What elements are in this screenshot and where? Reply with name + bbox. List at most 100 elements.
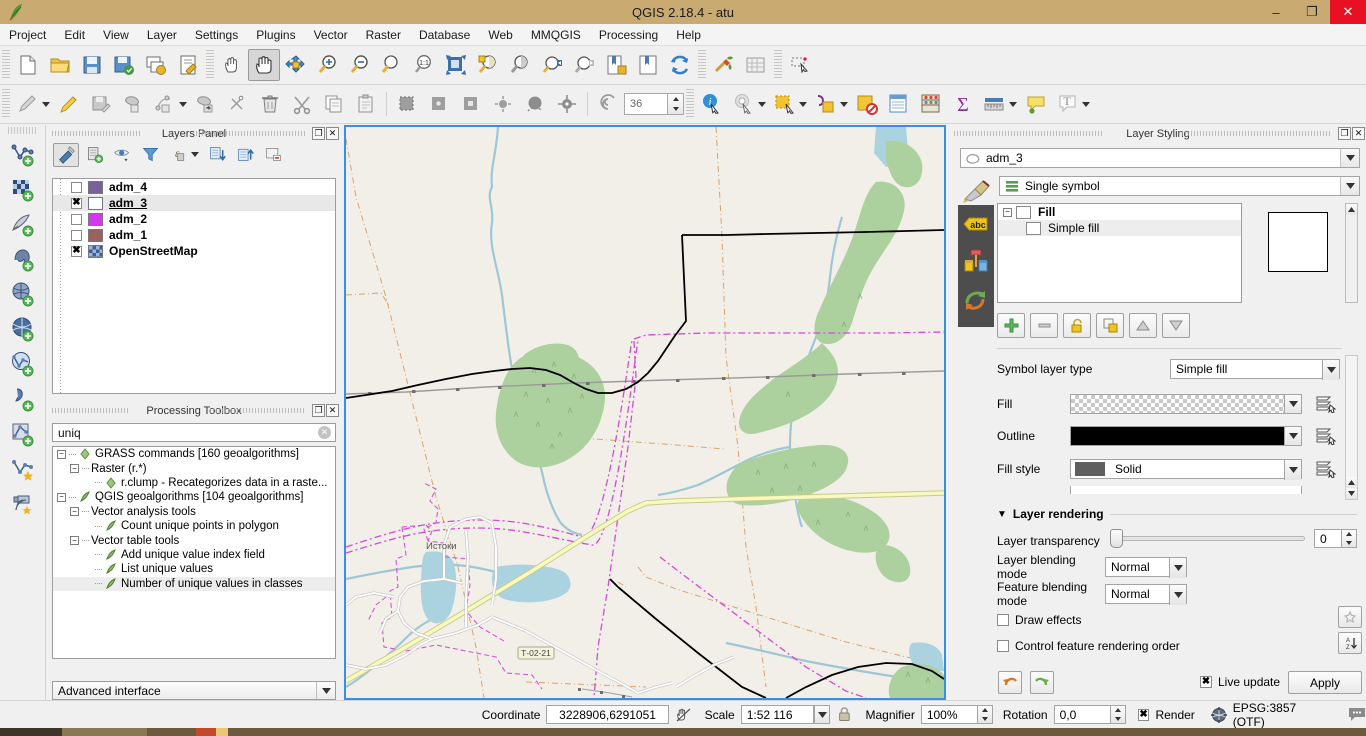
pan-map-icon[interactable] (248, 49, 280, 81)
manage-layer-visibility-icon[interactable] (109, 143, 135, 167)
menu-layer[interactable]: Layer (138, 26, 186, 44)
select-radius-icon[interactable] (487, 88, 519, 120)
zoom-full-icon[interactable] (376, 49, 408, 81)
measure-line-icon[interactable] (979, 88, 1011, 120)
collapse-all-icon[interactable] (232, 143, 258, 167)
layer-transparency-spinner[interactable] (1342, 529, 1357, 548)
redo-icon[interactable] (1030, 671, 1054, 694)
refresh-icon[interactable] (664, 49, 696, 81)
layer-transparency-slider-handle[interactable] (1110, 529, 1123, 548)
control-rendering-order-row[interactable]: Control feature rendering order (997, 635, 1180, 657)
new-bookmark-icon[interactable] (600, 49, 632, 81)
menu-project[interactable]: Project (0, 26, 55, 44)
add-postgis-layer-icon[interactable] (1, 241, 45, 276)
zoom-full-extent-icon[interactable] (440, 49, 472, 81)
filter-legend-icon[interactable] (137, 143, 163, 167)
tree-item-add-unique-value-index-field[interactable]: Add unique value index field (53, 548, 335, 562)
save-layer-edits-icon[interactable] (85, 88, 117, 120)
tree-item-qgis-geoalgorithms[interactable]: − QGIS geoalgorithms [104 geoalgorithms] (53, 490, 335, 504)
zoom-in-icon[interactable] (312, 49, 344, 81)
draw-effects-checkbox[interactable] (997, 614, 1009, 626)
expander-icon[interactable]: − (57, 450, 66, 459)
add-line-feature-icon[interactable] (149, 88, 181, 120)
layer-transparency-value[interactable]: 0 (1314, 529, 1342, 548)
labels-abc-icon[interactable]: abc (958, 205, 994, 243)
text-annotation-icon[interactable]: T (1052, 88, 1084, 120)
toggle-editing-icon[interactable] (53, 88, 85, 120)
data-defined-override-icon[interactable] (1316, 460, 1336, 478)
fill-color-button[interactable] (1070, 394, 1285, 414)
scale-input[interactable]: 1:52 116 (741, 705, 814, 724)
chevron-down-icon[interactable] (1322, 360, 1339, 380)
pan-to-selection-icon[interactable] (280, 49, 312, 81)
grass-tools-icon[interactable] (708, 49, 740, 81)
crs-globe-icon[interactable] (1211, 707, 1227, 723)
copy-features-icon[interactable] (318, 88, 350, 120)
rotation-input[interactable]: 0,0 (1054, 705, 1111, 724)
coordinate-input[interactable]: 3228906,6291051 (546, 705, 668, 724)
select-features-icon[interactable] (391, 88, 423, 120)
layer-transparency-slider-track[interactable] (1110, 536, 1305, 541)
new-shapefile-layer-icon[interactable] (1, 451, 45, 486)
tree-item-count-unique-points[interactable]: Count unique points in polygon (53, 519, 335, 533)
layers-tree[interactable]: adm_4 ✖ adm_3 adm_2 adm_1 ✖ OpenStreet (52, 178, 336, 394)
menu-view[interactable]: View (94, 26, 138, 44)
undo-redo-history-icon[interactable] (958, 281, 994, 319)
add-symbol-layer-icon[interactable] (997, 313, 1025, 338)
layer-rendering-header[interactable]: ▼ Layer rendering (997, 507, 1357, 521)
map-canvas[interactable]: Истоки Т-02-21 (346, 127, 944, 698)
duplicate-layer-icon[interactable] (1096, 313, 1124, 338)
collapse-arrow-icon[interactable]: ▼ (997, 509, 1007, 520)
lock-layer-icon[interactable] (1063, 313, 1091, 338)
feature-blending-combo[interactable]: Normal (1105, 584, 1187, 604)
control-rendering-order-checkbox[interactable] (997, 640, 1009, 652)
symbol-tree-row-fill[interactable]: − Fill (998, 204, 1241, 220)
close-button[interactable]: ✕ (1330, 0, 1366, 24)
identify-features-icon[interactable]: i (696, 88, 728, 120)
style-panel-close-button[interactable]: ✕ (1352, 127, 1365, 140)
open-attribute-table-icon[interactable] (851, 88, 883, 120)
save-project-icon[interactable] (76, 49, 108, 81)
maximize-button[interactable]: ❐ (1294, 0, 1330, 24)
sort-order-icon[interactable]: AZ (1338, 632, 1362, 654)
expander-icon[interactable]: − (70, 507, 79, 516)
tree-item-vector-table-tools[interactable]: − Vector table tools (53, 533, 335, 547)
crs-label[interactable]: EPSG:3857 (OTF) (1233, 701, 1330, 729)
new-project-icon[interactable] (12, 49, 44, 81)
chevron-down-icon[interactable] (1340, 177, 1359, 195)
zoom-native-icon[interactable]: 1:1 (408, 49, 440, 81)
zoom-to-selection-icon[interactable] (472, 49, 504, 81)
menu-plugins[interactable]: Plugins (247, 26, 304, 44)
tree-item-grass-commands[interactable]: − GRASS commands [160 geoalgorithms] (53, 447, 335, 461)
layer-visibility-checkbox[interactable] (71, 230, 82, 241)
draw-effects-row[interactable]: Draw effects (997, 609, 1081, 631)
add-virtual-layer-icon[interactable] (1, 381, 45, 416)
layer-visibility-checkbox[interactable]: ✖ (71, 246, 82, 257)
digitizing-grip[interactable] (2, 89, 10, 119)
menu-edit[interactable]: Edit (55, 26, 94, 44)
processing-interface-mode-combo[interactable]: Advanced interface (52, 681, 336, 700)
add-wms-layer-icon[interactable] (1, 311, 45, 346)
chevron-down-icon[interactable] (1284, 460, 1301, 480)
expander-icon[interactable]: − (57, 493, 66, 502)
clipped-combo[interactable] (1070, 486, 1302, 494)
select-freehand-icon[interactable] (455, 88, 487, 120)
rotation-spin-arrows[interactable] (668, 93, 684, 115)
style-layer-selector[interactable]: adm_3 (960, 148, 1360, 168)
expand-all-icon[interactable] (204, 143, 230, 167)
zoom-next-icon[interactable] (568, 49, 600, 81)
toolbar-grip-4[interactable] (774, 50, 782, 80)
menu-vector[interactable]: Vector (305, 26, 357, 44)
new-gps-layer-icon[interactable] (1, 486, 45, 521)
menu-mmqgis[interactable]: MMQGIS (522, 26, 590, 44)
deselect-icon[interactable] (519, 88, 551, 120)
measure-icon[interactable] (810, 88, 842, 120)
move-feature-icon[interactable] (190, 88, 222, 120)
render-checkbox[interactable]: ✖ (1138, 709, 1150, 721)
move-up-icon[interactable] (1129, 313, 1157, 338)
zoom-to-layer-icon[interactable] (504, 49, 536, 81)
processing-panel-float-button[interactable]: ❐ (312, 404, 325, 417)
move-down-icon[interactable] (1162, 313, 1190, 338)
spiral-icon[interactable] (592, 88, 624, 120)
expression-filter-dropdown-icon[interactable] (191, 152, 199, 157)
